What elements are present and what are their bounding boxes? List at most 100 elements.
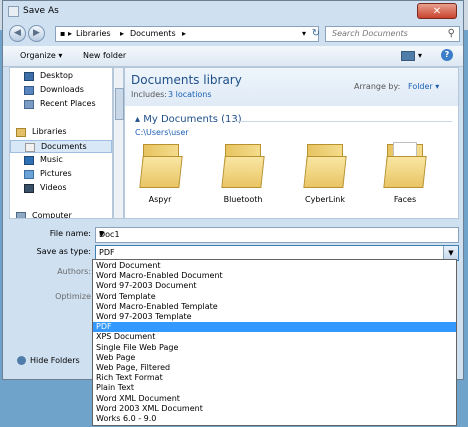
sidebar-item-label: Documents [41, 142, 87, 151]
optimize-label: Optimize [55, 292, 91, 301]
sidebar-item-pictures[interactable]: Pictures [10, 168, 112, 181]
file-list-pane: Documents library Includes: 3 locations … [124, 67, 459, 219]
sidebar-scrollbar[interactable] [113, 67, 124, 219]
navigation-pane: Desktop Downloads Recent Places Librarie… [9, 67, 113, 219]
chevron-down-icon[interactable]: ▼ [99, 230, 455, 238]
folder-label[interactable]: CyberLink [290, 195, 360, 204]
type-option[interactable]: Rich Text Format [93, 373, 456, 383]
folder-icon[interactable] [383, 142, 427, 190]
folder-icon[interactable] [139, 142, 183, 190]
folder-label[interactable]: Bluetooth [208, 195, 278, 204]
back-button[interactable]: ◀ [9, 25, 26, 42]
type-option[interactable]: Web Page [93, 353, 456, 363]
type-option[interactable]: Word 2003 XML Document [93, 404, 456, 414]
downloads-icon [24, 86, 34, 95]
title-bar: Save As ✕ [3, 1, 463, 23]
address-dropdown-icon[interactable]: ▾ [302, 29, 306, 38]
command-bar: Organize ▾ New folder ▾ ? [3, 46, 463, 67]
folder-icon[interactable] [221, 142, 265, 190]
recent-places-icon [24, 100, 34, 109]
folder-icon: ▪ [60, 29, 66, 38]
type-option[interactable]: XPS Document [93, 332, 456, 342]
documents-icon [25, 143, 35, 152]
view-dropdown-icon[interactable]: ▾ [418, 51, 422, 60]
sidebar-item-music[interactable]: Music [10, 154, 112, 167]
computer-icon [16, 212, 26, 218]
type-option[interactable]: Word Macro-Enabled Document [93, 271, 456, 281]
type-option[interactable]: Word XML Document [93, 394, 456, 404]
type-option[interactable]: Web Page, Filtered [93, 363, 456, 373]
sidebar-item-label: Videos [40, 183, 67, 192]
forward-button[interactable]: ▶ [28, 25, 45, 42]
navigation-bar: ◀ ▶ ▪ ▸ Libraries ▸ Documents ▸ ▾ ↻ Sear… [3, 23, 463, 45]
hide-folders-label: Hide Folders [30, 356, 80, 365]
folder-icon[interactable] [303, 142, 347, 190]
address-bar[interactable]: ▪ ▸ Libraries ▸ Documents ▸ ▾ [55, 26, 319, 42]
desktop-icon [24, 72, 34, 81]
folder-path: C:\Users\user [135, 128, 189, 137]
sidebar-item-downloads[interactable]: Downloads [10, 84, 112, 97]
chevron-right-icon: ▸ [68, 29, 73, 38]
search-icon[interactable]: ⚲ [448, 28, 455, 39]
arrange-by-dropdown[interactable]: Folder ▾ [408, 82, 439, 91]
music-icon [24, 156, 34, 165]
app-icon [8, 6, 19, 17]
scrollbar-thumb[interactable] [115, 88, 124, 120]
file-name-field[interactable]: Doc1 ▼ [95, 227, 459, 243]
chevron-down-icon[interactable]: ▼ [443, 246, 458, 260]
chevron-right-icon: ▸ [182, 29, 187, 38]
save-as-type-value[interactable]: PDF [99, 248, 115, 257]
close-button[interactable]: ✕ [417, 3, 457, 19]
file-name-label: File name: [49, 229, 91, 238]
chevron-right-icon: ▸ [120, 29, 125, 38]
refresh-icon[interactable]: ↻ [309, 28, 323, 42]
group-header[interactable]: ▴ My Documents (13) [135, 114, 242, 125]
sidebar-item-label: Music [40, 155, 63, 164]
type-option[interactable]: Plain Text [93, 383, 456, 393]
save-as-type-label: Save as type: [36, 247, 91, 256]
type-option[interactable]: Word Template [93, 292, 456, 302]
folder-label[interactable]: Faces [370, 195, 440, 204]
window-title: Save As [23, 6, 59, 16]
arrange-by-label: Arrange by: [354, 82, 401, 91]
new-folder-button[interactable]: New folder [83, 51, 126, 60]
sidebar-item-label: Downloads [40, 85, 84, 94]
sidebar-item-computer[interactable]: Computer [10, 210, 112, 219]
sidebar-item-videos[interactable]: Videos [10, 182, 112, 195]
change-view-icon[interactable] [401, 51, 415, 61]
libraries-icon [16, 128, 26, 137]
help-icon[interactable]: ? [441, 49, 453, 61]
search-box[interactable]: Search Documents ⚲ [325, 26, 460, 42]
sidebar-item-documents[interactable]: Documents [10, 140, 112, 153]
sidebar-item-label: Pictures [40, 169, 72, 178]
search-input[interactable]: Search Documents [332, 29, 408, 38]
includes-label: Includes: [131, 90, 167, 99]
sidebar-item-label: Libraries [32, 127, 67, 136]
breadcrumb-documents[interactable]: Documents [130, 29, 176, 38]
sidebar-item-label: Recent Places [40, 99, 96, 108]
hide-folders-button[interactable]: Hide Folders [17, 356, 80, 365]
sidebar-item-label: Computer [32, 211, 72, 219]
authors-label: Authors: [57, 267, 91, 276]
locations-link[interactable]: 3 locations [168, 90, 212, 99]
save-as-type-dropdown-list: Word Document Word Macro-Enabled Documen… [92, 259, 457, 426]
type-option[interactable]: Single File Web Page [93, 343, 456, 353]
sidebar-item-libraries[interactable]: Libraries [10, 126, 112, 139]
type-option[interactable]: Word 97-2003 Template [93, 312, 456, 322]
folder-label[interactable]: Aspyr [125, 195, 195, 204]
organize-button[interactable]: Organize ▾ [20, 51, 62, 60]
library-title: Documents library [131, 73, 242, 87]
breadcrumb-libraries[interactable]: Libraries [76, 29, 111, 38]
type-option-selected[interactable]: PDF [93, 322, 456, 333]
library-header: Documents library Includes: 3 locations … [125, 68, 458, 106]
group-divider [235, 121, 452, 122]
sidebar-item-recent-places[interactable]: Recent Places [10, 98, 112, 111]
type-option[interactable]: Word Document [93, 261, 456, 271]
pictures-icon [24, 170, 34, 179]
type-option[interactable]: Word 97-2003 Document [93, 281, 456, 291]
group-title: My Documents (13) [143, 114, 242, 125]
type-option[interactable]: Word Macro-Enabled Template [93, 302, 456, 312]
type-option[interactable]: Works 6.0 - 9.0 [93, 414, 456, 424]
collapse-chevron-icon[interactable]: ▴ [135, 114, 140, 125]
sidebar-item-desktop[interactable]: Desktop [10, 70, 112, 83]
